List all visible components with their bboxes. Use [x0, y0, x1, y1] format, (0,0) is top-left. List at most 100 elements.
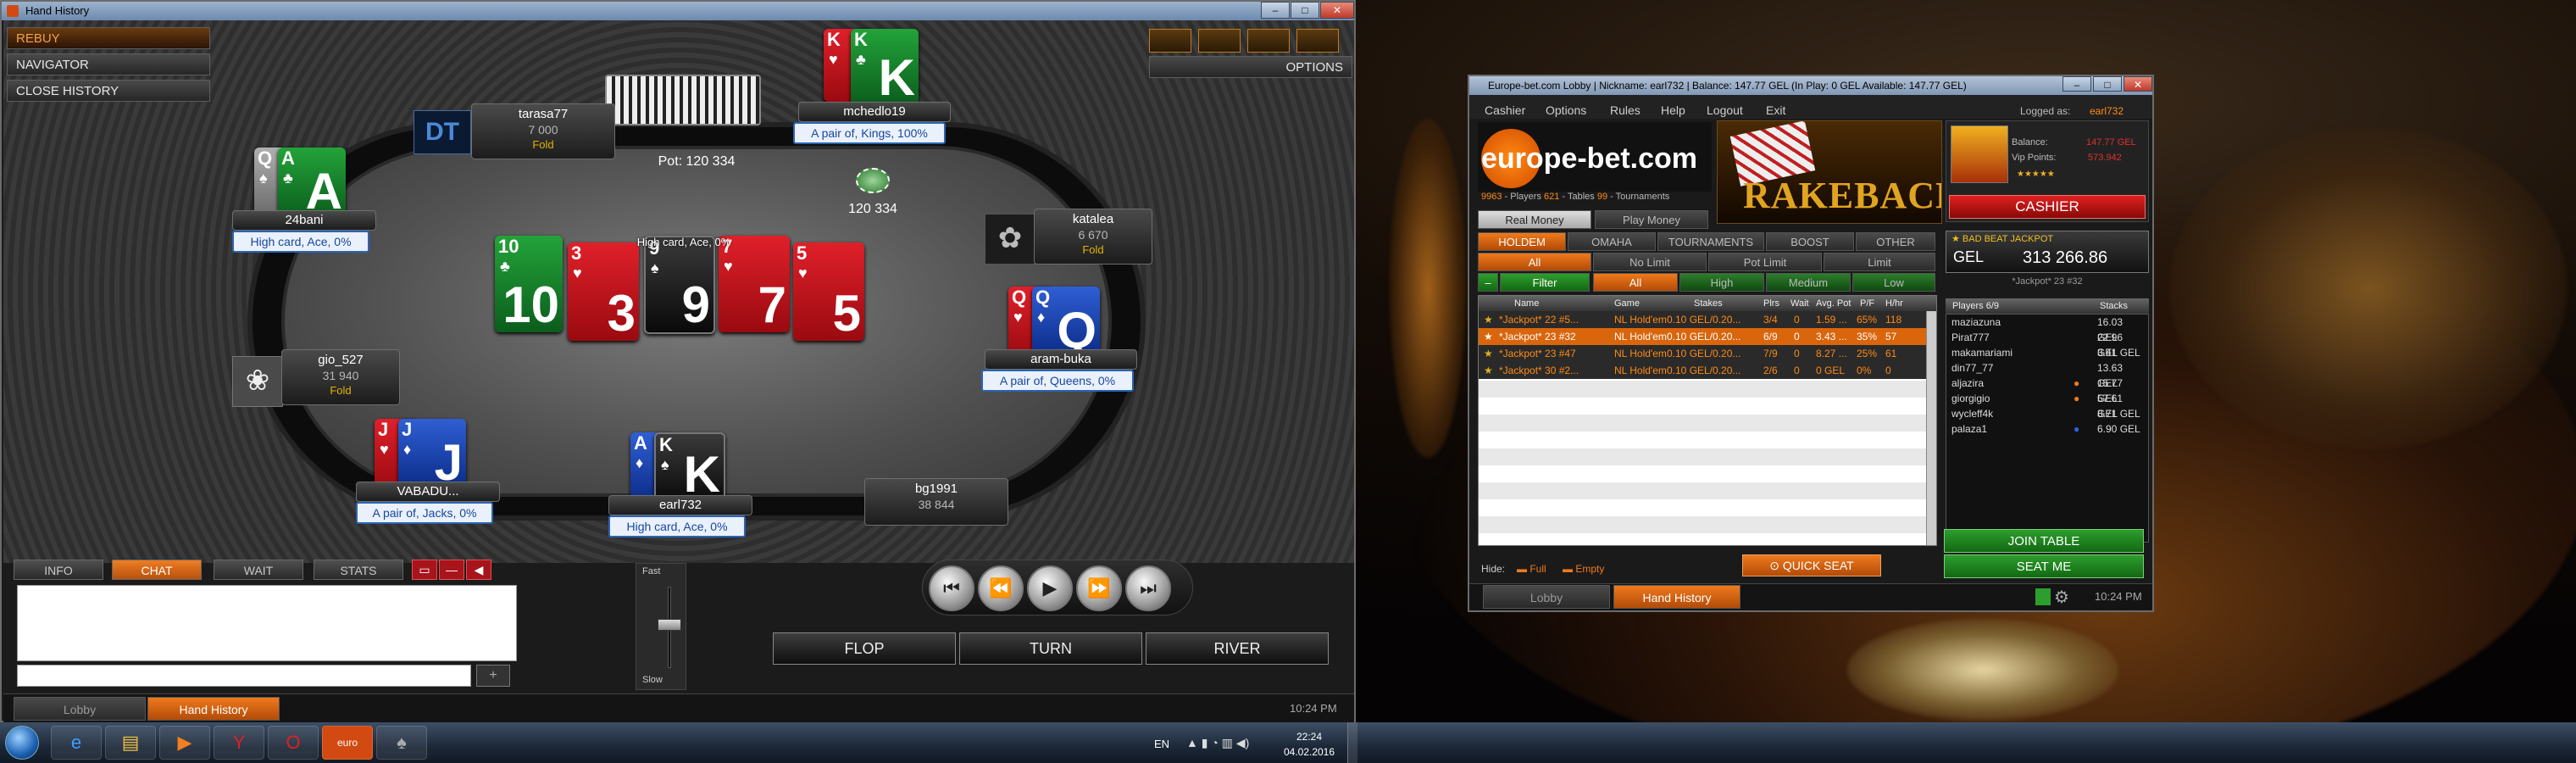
- tab-omaha[interactable]: OMAHA: [1568, 232, 1656, 251]
- options-button[interactable]: OPTIONS: [1149, 56, 1352, 78]
- chat-bubble-icon[interactable]: ▭: [412, 560, 437, 580]
- rewind-icon[interactable]: ⏪: [978, 565, 1024, 611]
- tab-stake-high[interactable]: High: [1679, 273, 1764, 292]
- join-table-button[interactable]: JOIN TABLE: [1944, 529, 2144, 553]
- seat-bg1991[interactable]: bg1991 38 844: [864, 478, 1008, 526]
- tab-info[interactable]: INFO: [14, 560, 103, 580]
- lobby-tab[interactable]: Lobby: [1483, 585, 1610, 609]
- table-row[interactable]: ★ *Jackpot* 22 #5... NL Hold'em 0.10 GEL/0…: [1479, 311, 1936, 328]
- add-table-icon[interactable]: [1247, 29, 1290, 53]
- tab-stake-medium[interactable]: Medium: [1766, 273, 1851, 292]
- minimize-button[interactable]: –: [1261, 2, 1290, 19]
- rakeback-banner[interactable]: RAKEBACK: [1717, 120, 1942, 224]
- close-history-button[interactable]: CLOSE HISTORY: [7, 80, 210, 102]
- menu-cashier[interactable]: Cashier: [1485, 103, 1525, 117]
- skip-end-icon[interactable]: ⏭: [1125, 565, 1171, 611]
- seat-mchedlo19[interactable]: mchedlo19: [798, 102, 951, 122]
- quick-seat-button[interactable]: ⊙ QUICK SEAT: [1742, 554, 1881, 576]
- seat-katalea[interactable]: katalea 6 670 Fold: [1034, 209, 1152, 265]
- tab-wait[interactable]: WAIT: [214, 560, 303, 580]
- speed-slider[interactable]: [658, 619, 681, 631]
- sound-icon[interactable]: ◀: [466, 560, 491, 580]
- table-row[interactable]: ★ *Jackpot* 23 #47 NL Hold'em 0.10 GEL/0.2…: [1479, 345, 1936, 362]
- menu-logout[interactable]: Logout: [1707, 103, 1743, 117]
- media-player-icon[interactable]: ▶: [159, 726, 210, 760]
- board-caption: High card, Ace, 0%: [636, 236, 731, 248]
- tray-icons[interactable]: ▲ ▮ ◔ ▥ ◀): [1186, 736, 1249, 750]
- lobby-title: Europe-bet.com Lobby | Nickname: earl732…: [1488, 80, 1967, 92]
- hand-history-tab[interactable]: Hand History: [147, 697, 280, 721]
- seat-gio_527[interactable]: gio_527 31 940 Fold: [281, 349, 400, 405]
- hide-empty-checkbox[interactable]: ▬ Empty: [1563, 563, 1604, 575]
- window-titlebar[interactable]: Hand History: [2, 2, 1354, 20]
- show-desktop-button[interactable]: [1347, 722, 1357, 763]
- lobby-minimize-button[interactable]: –: [2062, 76, 2091, 92]
- river-button[interactable]: RIVER: [1146, 632, 1329, 665]
- tab-real-money[interactable]: Real Money: [1478, 210, 1591, 229]
- lobby-close-button[interactable]: ✕: [2124, 76, 2152, 92]
- tab-no-limit[interactable]: No Limit: [1593, 253, 1707, 271]
- tab-boost[interactable]: BOOST: [1766, 232, 1854, 251]
- skip-start-icon[interactable]: ⏮: [929, 565, 974, 611]
- hand-history-tab[interactable]: Hand History: [1613, 585, 1740, 609]
- close-button[interactable]: ✕: [1320, 2, 1354, 19]
- minus-icon[interactable]: —: [439, 560, 464, 580]
- lobby-tab[interactable]: Lobby: [14, 697, 146, 721]
- opera-icon[interactable]: O: [268, 726, 319, 760]
- seat-tarasa77[interactable]: tarasa77 7 000 Fold: [471, 103, 615, 159]
- menu-exit[interactable]: Exit: [1766, 103, 1785, 117]
- lobby-maximize-button[interactable]: □: [2093, 76, 2122, 92]
- menu-rules[interactable]: Rules: [1610, 103, 1641, 117]
- tab-limit[interactable]: Limit: [1824, 253, 1935, 271]
- filter-toggle-icon[interactable]: –: [1478, 273, 1498, 292]
- tab-stats[interactable]: STATS: [314, 560, 403, 580]
- flop-button[interactable]: FLOP: [773, 632, 956, 665]
- hide-full-checkbox[interactable]: ▬ Full: [1517, 563, 1546, 575]
- poker-client-icon[interactable]: ♠: [376, 726, 427, 760]
- language-indicator[interactable]: EN: [1154, 738, 1169, 750]
- seat-24bani[interactable]: 24bani: [232, 210, 376, 231]
- maximize-button[interactable]: □: [1291, 2, 1319, 19]
- menu-options[interactable]: Options: [1546, 103, 1586, 117]
- layout-icon[interactable]: [1149, 29, 1191, 53]
- gear-icon[interactable]: ⚙: [2054, 587, 2069, 608]
- seat-aram-buka[interactable]: aram-buka: [985, 349, 1137, 370]
- internet-explorer-icon[interactable]: e: [51, 726, 102, 760]
- tab-chat[interactable]: CHAT: [112, 560, 202, 580]
- tab-other[interactable]: OTHER: [1856, 232, 1935, 251]
- file-explorer-icon[interactable]: ▤: [105, 726, 156, 760]
- lobby-titlebar[interactable]: Europe-bet.com Lobby | Nickname: earl732…: [1469, 76, 2152, 95]
- tab-tournaments[interactable]: TOURNAMENTS: [1657, 232, 1764, 251]
- turn-button[interactable]: TURN: [959, 632, 1142, 665]
- play-icon[interactable]: ▶: [1027, 565, 1073, 611]
- chat-input[interactable]: [17, 665, 471, 687]
- cashier-button[interactable]: CASHIER: [1949, 195, 2146, 219]
- tile-icon[interactable]: [1198, 29, 1241, 53]
- table-list-scrollbar[interactable]: [1926, 311, 1936, 545]
- menu-help[interactable]: Help: [1661, 103, 1685, 117]
- rebuy-button[interactable]: REBUY: [7, 27, 210, 49]
- seat-vabadu[interactable]: VABADU...: [356, 482, 500, 502]
- europe-bet-icon[interactable]: euro: [322, 726, 373, 760]
- send-icon[interactable]: +: [476, 665, 510, 687]
- tab-limit-all[interactable]: All: [1478, 253, 1591, 271]
- tab-holdem[interactable]: HOLDEM: [1478, 232, 1566, 251]
- yandex-icon[interactable]: Y: [214, 726, 264, 760]
- start-button[interactable]: [5, 726, 39, 760]
- list-item: makamariami 3.41 GEL: [1951, 347, 2140, 359]
- tab-stake-low[interactable]: Low: [1852, 273, 1935, 292]
- table-row-selected[interactable]: ★ *Jackpot* 23 #32 NL Hold'em 0.10 GEL/0.2…: [1479, 328, 1936, 345]
- clock-date[interactable]: 04.02.2016: [1280, 746, 1339, 758]
- filter-button[interactable]: Filter: [1500, 273, 1590, 292]
- expand-icon[interactable]: [1296, 29, 1339, 53]
- navigator-button[interactable]: NAVIGATOR: [7, 53, 210, 75]
- tab-stake-all[interactable]: All: [1593, 273, 1678, 292]
- fast-forward-icon[interactable]: ⏩: [1076, 565, 1122, 611]
- clock-time[interactable]: 22:24: [1280, 731, 1339, 743]
- table-row[interactable]: ★ *Jackpot* 30 #2... NL Hold'em 0.10 GEL/0…: [1479, 362, 1936, 379]
- seat-earl732[interactable]: earl732: [608, 495, 752, 515]
- seat-me-button[interactable]: SEAT ME: [1944, 554, 2144, 578]
- mobile-icon[interactable]: [2035, 588, 2051, 605]
- tab-pot-limit[interactable]: Pot Limit: [1708, 253, 1822, 271]
- tab-play-money[interactable]: Play Money: [1595, 210, 1708, 229]
